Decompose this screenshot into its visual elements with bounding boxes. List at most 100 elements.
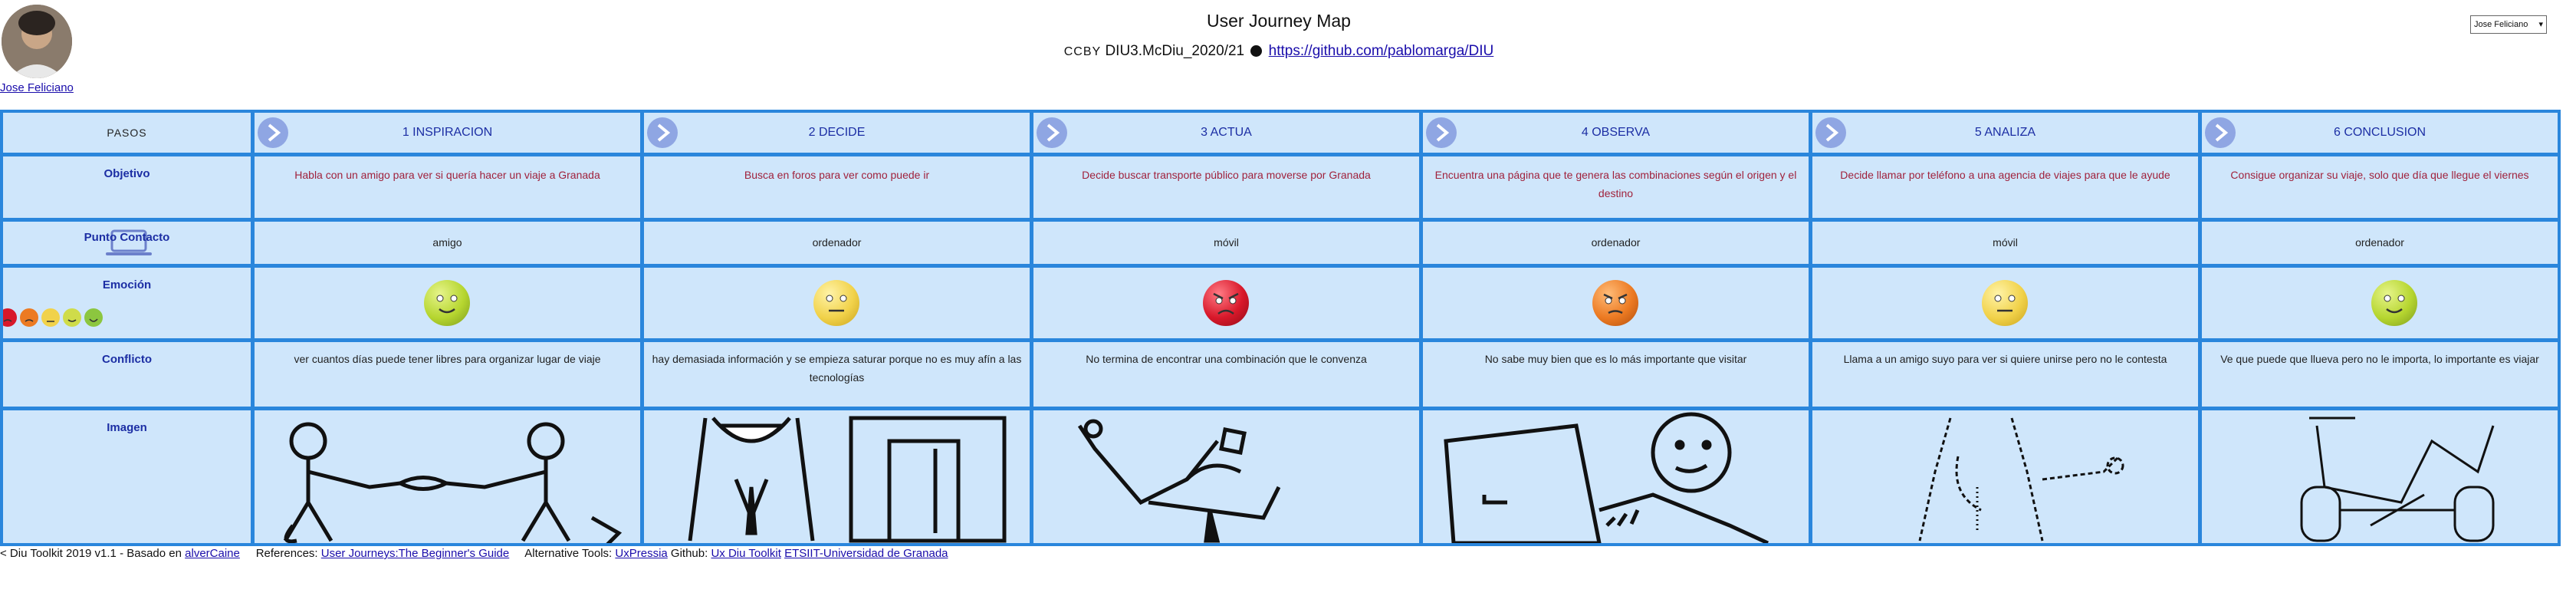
github-icon [1250, 45, 1263, 57]
contact-cell-3: móvil [1033, 222, 1419, 264]
objective-cell-4: Encuentra una página que te genera las c… [1423, 156, 1809, 218]
user-select-value: Jose Feliciano [2474, 20, 2528, 29]
very-angry-face-icon [1203, 280, 1249, 326]
conflict-text-5: Llama a un amigo suyo para ver si quiere… [1843, 353, 2167, 365]
references-label: References: [255, 547, 318, 560]
step-header-1: 1 INSPIRACION [255, 113, 640, 153]
conflict-text-1: ver cuantos días puede tener libres para… [294, 353, 601, 365]
chevron-down-icon: ▾ [2538, 20, 2543, 29]
user-name-link[interactable]: Jose Feliciano [0, 81, 74, 94]
based-on-link[interactable]: alverCaine [185, 547, 240, 560]
arrow-right-icon[interactable] [2205, 117, 2236, 148]
user-select[interactable]: Jose Feliciano ▾ [2470, 15, 2547, 34]
row-label-pasos: PASOS [3, 113, 251, 153]
arrow-right-icon[interactable] [1426, 117, 1457, 148]
github-link[interactable]: Ux Diu Toolkit [711, 547, 780, 560]
contact-text-4: ordenador [1591, 236, 1641, 249]
conflict-text-2: hay demasiada información y se empieza s… [652, 353, 1022, 384]
references-link[interactable]: User Journeys:The Beginner's Guide [321, 547, 510, 560]
call-sketch-image [1918, 417, 2124, 542]
contact-text-5: móvil [1993, 236, 2018, 249]
row-label-emocion: Emoción [3, 268, 251, 338]
row-label-contacto: Punto Contacto [3, 222, 251, 264]
alternative-tools-label: Alternative Tools: [524, 547, 613, 560]
objective-text-2: Busca en foros para ver como puede ir [744, 169, 930, 181]
conflict-cell-1: ver cuantos días puede tener libres para… [255, 342, 640, 407]
contact-cell-6: ordenador [2202, 222, 2558, 264]
image-cell-1 [255, 410, 640, 543]
emotion-cell-4 [1423, 268, 1809, 338]
conflict-cell-5: Llama a un amigo suyo para ver si quiere… [1812, 342, 2198, 407]
etsiit-link[interactable]: ETSIIT-Universidad de Granada [784, 547, 948, 560]
conflict-text-4: No sabe muy bien que es lo más important… [1484, 353, 1747, 365]
conflict-text-3: No termina de encontrar una combinación … [1086, 353, 1367, 365]
conflict-text-6: Ve que puede que llueva pero no le impor… [2220, 353, 2539, 365]
page-title: User Journey Map [1207, 11, 1351, 31]
subtitle: CCBY DIU3.McDiu_2020/21 https://github.c… [0, 43, 2558, 60]
step-header-5: 5 ANALIZA [1812, 113, 2198, 153]
contact-cell-1: amigo [255, 222, 640, 264]
neutral-face-icon [813, 280, 859, 326]
conflict-cell-3: No termina de encontrar una combinación … [1033, 342, 1419, 407]
happy-face-icon [424, 280, 470, 326]
repo-link[interactable]: https://github.com/pablomarga/DIU [1269, 43, 1494, 59]
handshake-sketch-image [283, 422, 623, 543]
contact-cell-2: ordenador [644, 222, 1030, 264]
door-sketch-image [688, 416, 1007, 543]
contact-text-1: amigo [432, 236, 462, 249]
footer-prefix: < Diu Toolkit 2019 v1.1 - Basado en [0, 547, 182, 560]
step-header-6: 6 CONCLUSION [2202, 113, 2558, 153]
image-cell-4 [1423, 410, 1809, 543]
contact-cell-4: ordenador [1423, 222, 1809, 264]
arrow-right-icon[interactable] [1815, 117, 1846, 148]
angry-face-icon [1592, 280, 1638, 326]
happy-face-icon [2371, 280, 2417, 326]
arrow-right-icon[interactable] [647, 117, 678, 148]
conflict-cell-6: Ve que puede que llueva pero no le impor… [2202, 342, 2558, 407]
emotion-cell-6 [2202, 268, 2558, 338]
emotion-cell-5 [1812, 268, 2198, 338]
emotion-cell-2 [644, 268, 1030, 338]
github-label: Github: [670, 547, 708, 560]
emotion-cell-1 [255, 268, 640, 338]
contact-text-2: ordenador [812, 236, 862, 249]
objective-text-6: Consigue organizar su viaje, solo que dí… [2230, 169, 2529, 181]
image-cell-3 [1033, 410, 1419, 543]
objective-cell-2: Busca en foros para ver como puede ir [644, 156, 1030, 218]
objective-text-5: Decide llamar por teléfono a una agencia… [1840, 169, 2170, 181]
row-label-imagen: Imagen [3, 410, 251, 543]
image-cell-6 [2202, 410, 2558, 543]
row-label-objetivo: Objetivo [3, 156, 251, 218]
image-cell-5 [1812, 410, 2198, 543]
journey-map: PASOS Objetivo Punto Contacto Emoción Co… [0, 110, 2561, 546]
conflict-cell-2: hay demasiada información y se empieza s… [644, 342, 1030, 407]
arrow-right-icon[interactable] [258, 117, 288, 148]
objective-cell-6: Consigue organizar su viaje, solo que dí… [2202, 156, 2558, 218]
course-label: DIU3.McDiu_2020/21 [1105, 43, 1245, 59]
neutral-face-icon [1982, 280, 2028, 326]
emotion-cell-3 [1033, 268, 1419, 338]
contact-cell-5: móvil [1812, 222, 2198, 264]
alternative-tools-link[interactable]: UxPressia [615, 547, 667, 560]
objective-cell-1: Habla con un amigo para ver si quería ha… [255, 156, 640, 218]
objective-text-1: Habla con un amigo para ver si quería ha… [294, 169, 600, 181]
objective-text-4: Encuentra una página que te genera las c… [1434, 169, 1797, 199]
step-header-4: 4 OBSERVA [1423, 113, 1809, 153]
phone-sketch-image [1077, 419, 1281, 543]
arrow-right-icon[interactable] [1037, 117, 1067, 148]
objective-cell-5: Decide llamar por teléfono a una agencia… [1812, 156, 2198, 218]
contact-text-6: ordenador [2355, 236, 2404, 249]
conflict-cell-4: No sabe muy bien que es lo más important… [1423, 342, 1809, 407]
laptop-sketch-image [1444, 412, 1769, 543]
row-label-conflicto: Conflicto [3, 342, 251, 407]
car-sketch-image [2300, 417, 2495, 542]
emotion-legend [3, 306, 113, 329]
contact-text-3: móvil [1214, 236, 1239, 249]
objective-text-3: Decide buscar transporte público para mo… [1082, 169, 1371, 181]
objective-cell-3: Decide buscar transporte público para mo… [1033, 156, 1419, 218]
license-label: CCBY [1063, 45, 1102, 58]
step-header-2: 2 DECIDE [644, 113, 1030, 153]
footer: < Diu Toolkit 2019 v1.1 - Basado en alve… [0, 547, 948, 560]
image-cell-2 [644, 410, 1030, 543]
step-header-3: 3 ACTUA [1033, 113, 1419, 153]
